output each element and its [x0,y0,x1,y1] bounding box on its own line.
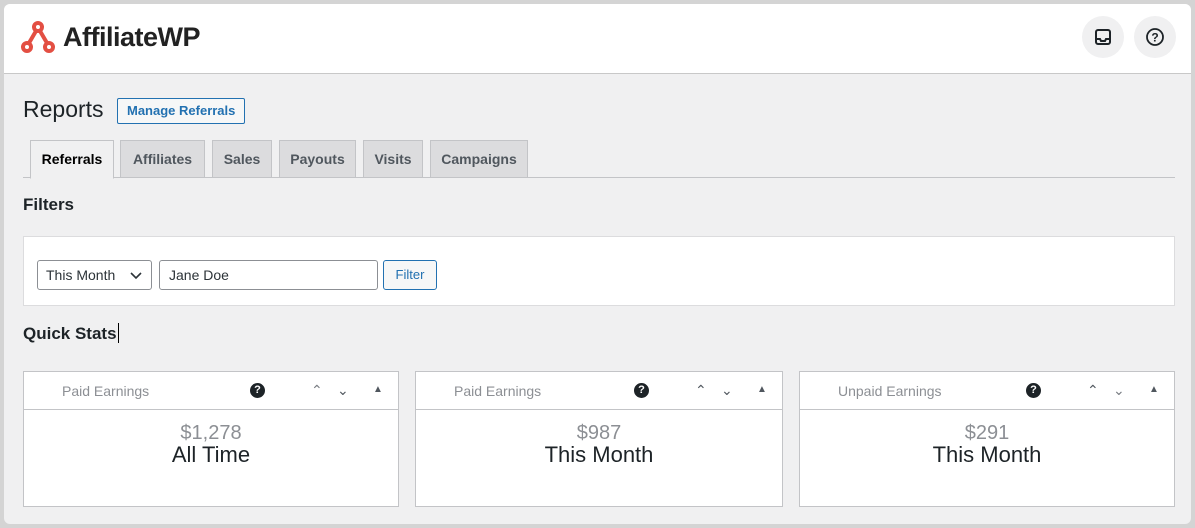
collapse-icon[interactable]: ▲ [757,384,767,395]
help-icon[interactable]: ? [634,383,649,398]
date-range-select[interactable]: This Month [37,260,152,290]
card-header: Paid Earnings ? ⌃ ⌄ ▲ [416,372,782,410]
stat-card-paid-all-time: Paid Earnings ? ⌃ ⌄ ▲ $1,278 All Time [23,371,399,507]
card-title: Unpaid Earnings [838,383,942,399]
tab-affiliates[interactable]: Affiliates [120,140,205,178]
stat-amount: $291 [964,422,1010,444]
filters-heading: Filters [23,195,75,214]
filter-button[interactable]: Filter [383,260,437,290]
brand-name: AffiliateWP [63,21,201,52]
app-window: AffiliateWP ? Reports Manage Referrals R… [4,4,1191,524]
stat-card-paid-this-month: Paid Earnings ? ⌃ ⌄ ▲ $987 This Month [415,371,783,507]
tab-payouts[interactable]: Payouts [279,140,356,178]
stat-period: This Month [932,442,1042,467]
collapse-icon[interactable]: ▲ [373,384,383,395]
card-title: Paid Earnings [62,383,150,399]
move-up-icon[interactable]: ⌃ [695,382,707,399]
inbox-icon [1095,29,1111,45]
report-tabs: Referrals Affiliates Sales Payouts Visit… [23,140,1175,179]
move-down-icon[interactable]: ⌄ [1113,382,1125,399]
page-title: Reports [23,96,104,122]
stat-period: All Time [171,442,251,467]
inbox-button[interactable] [1082,16,1124,58]
date-range-value: This Month [46,267,116,283]
card-title: Paid Earnings [454,383,542,399]
stat-amount: $987 [576,422,622,444]
help-icon[interactable]: ? [1026,383,1041,398]
chevron-down-icon [130,272,142,280]
help-icon[interactable]: ? [250,383,265,398]
stat-amount: $1,278 [180,422,242,444]
tab-campaigns[interactable]: Campaigns [430,140,528,178]
manage-referrals-button[interactable]: Manage Referrals [117,98,246,124]
affiliatewp-logo-icon [21,21,55,53]
move-down-icon[interactable]: ⌄ [337,382,349,399]
tab-sales[interactable]: Sales [212,140,272,178]
affiliate-input[interactable]: Jane Doe [159,260,378,290]
quick-stats-heading: Quick Stats [23,323,119,344]
help-icon: ? [1146,28,1164,46]
tab-referrals[interactable]: Referrals [30,140,114,179]
collapse-icon[interactable]: ▲ [1149,384,1159,395]
logo[interactable]: AffiliateWP [21,21,201,53]
move-up-icon[interactable]: ⌃ [311,382,323,399]
text-cursor [117,323,119,343]
quick-stats-label: Quick Stats [23,324,117,343]
card-header: Paid Earnings ? ⌃ ⌄ ▲ [24,372,398,410]
tab-visits[interactable]: Visits [363,140,423,178]
move-up-icon[interactable]: ⌃ [1087,382,1099,399]
card-header: Unpaid Earnings ? ⌃ ⌄ ▲ [800,372,1174,410]
stat-card-unpaid-this-month: Unpaid Earnings ? ⌃ ⌄ ▲ $291 This Month [799,371,1175,507]
svg-text:?: ? [1151,31,1158,45]
help-button[interactable]: ? [1134,16,1176,58]
move-down-icon[interactable]: ⌄ [721,382,733,399]
top-bar: AffiliateWP ? [4,4,1191,74]
stat-period: This Month [544,442,654,467]
filters-panel: This Month Jane Doe Filter [23,236,1175,306]
